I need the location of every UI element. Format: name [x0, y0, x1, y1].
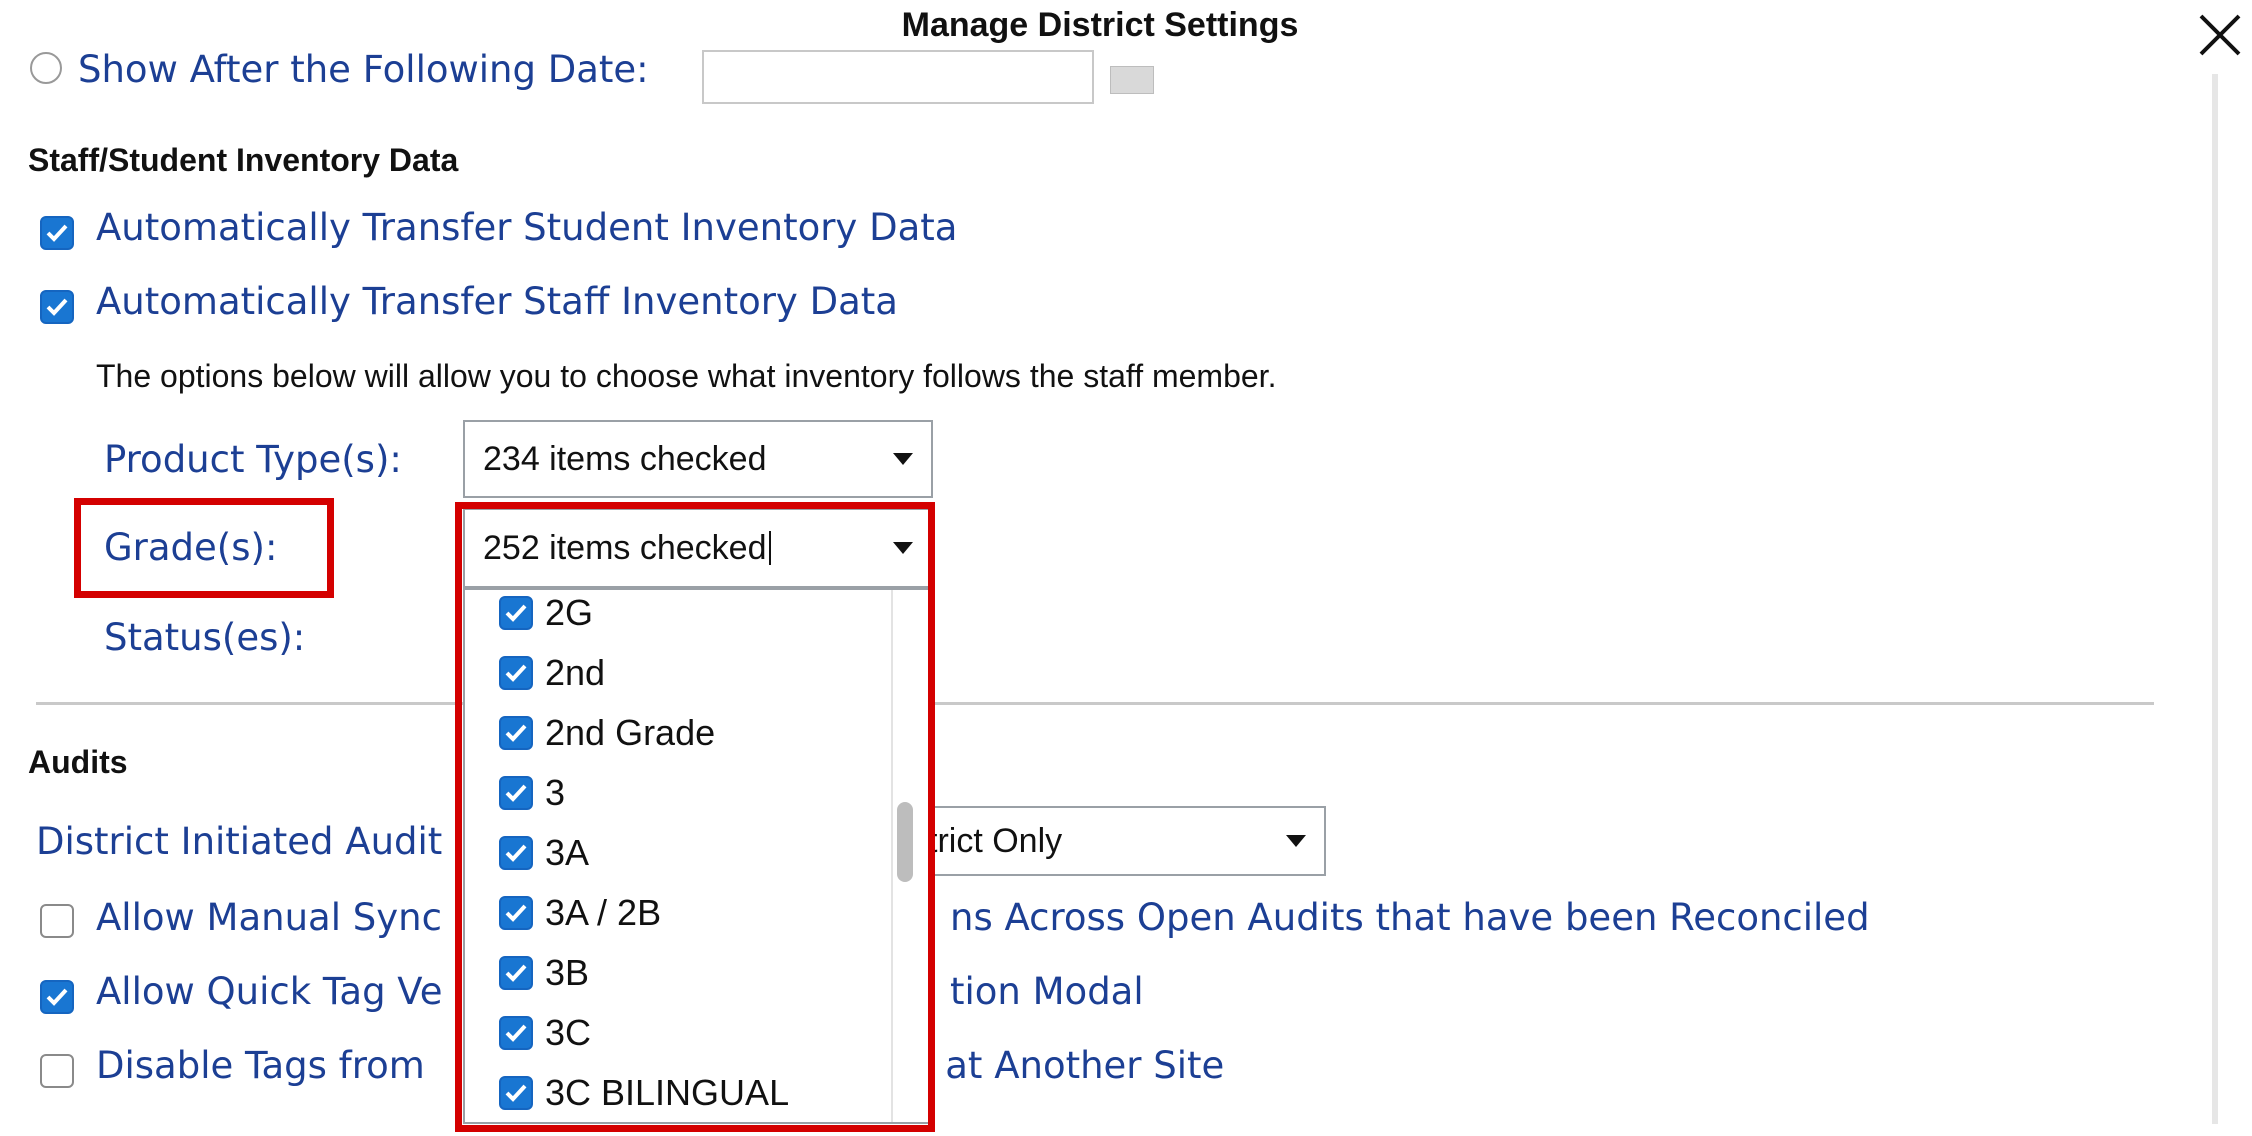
district-initiated-value: trict Only [928, 821, 1063, 860]
inventory-heading: Staff/Student Inventory Data [28, 142, 459, 178]
inventory-note: The options below will allow you to choo… [96, 358, 1277, 394]
district-initiated-label: District Initiated Audit [36, 820, 443, 863]
checkmark-icon [46, 988, 68, 1006]
quick-tag-checkbox[interactable] [40, 980, 74, 1014]
checkmark-icon [46, 298, 68, 316]
checkmark-icon [46, 224, 68, 242]
grades-label: Grade(s): [104, 526, 278, 569]
student-transfer-checkbox[interactable] [40, 216, 74, 250]
student-transfer-label[interactable]: Automatically Transfer Student Inventory… [96, 206, 957, 249]
dialog-scrollbar[interactable] [2212, 74, 2218, 1124]
statuses-label: Status(es): [104, 616, 306, 659]
calendar-icon[interactable] [1110, 66, 1154, 94]
quick-tag-label-right[interactable]: tion Modal [950, 970, 1144, 1013]
staff-transfer-checkbox[interactable] [40, 290, 74, 324]
grades-dropdown-highlight [455, 502, 935, 1132]
staff-transfer-label[interactable]: Automatically Transfer Staff Inventory D… [96, 280, 898, 323]
manual-sync-label-right[interactable]: ns Across Open Audits that have been Rec… [950, 896, 1870, 939]
close-icon[interactable] [2195, 10, 2245, 60]
product-types-label: Product Type(s): [104, 438, 402, 481]
chevron-down-icon [893, 453, 913, 465]
manual-sync-checkbox[interactable] [40, 904, 74, 938]
disable-tags-label-right[interactable]: d at Another Site [910, 1044, 1224, 1087]
chevron-down-icon [1286, 835, 1306, 847]
dialog-title: Manage District Settings [901, 6, 1299, 44]
show-after-radio[interactable] [30, 52, 62, 84]
disable-tags-label-left[interactable]: Disable Tags from [96, 1044, 425, 1087]
product-types-select[interactable]: 234 items checked [463, 420, 933, 498]
product-types-value: 234 items checked [483, 439, 767, 478]
show-after-date-input[interactable] [702, 50, 1094, 104]
section-divider [36, 702, 2154, 705]
audits-heading: Audits [28, 744, 128, 780]
show-after-label: Show After the Following Date: [78, 48, 649, 91]
disable-tags-checkbox[interactable] [40, 1054, 74, 1088]
manual-sync-label-left[interactable]: Allow Manual Sync [96, 896, 442, 939]
quick-tag-label-left[interactable]: Allow Quick Tag Ve [96, 970, 443, 1013]
